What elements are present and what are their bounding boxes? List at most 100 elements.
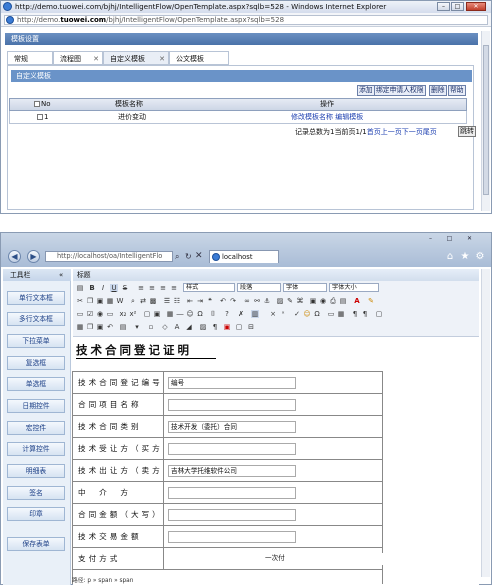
rtl-icon[interactable]: ¶ xyxy=(361,310,369,318)
omega-icon[interactable]: Ω xyxy=(313,310,321,318)
div-icon[interactable]: ▦ xyxy=(76,323,84,331)
save-form-button[interactable]: 保存表单 xyxy=(7,537,65,551)
bg-color-icon[interactable]: ✎ xyxy=(367,297,375,305)
add-button[interactable]: 添加 xyxy=(357,85,375,96)
home-icon[interactable]: ⌂ xyxy=(444,251,456,263)
smiley-icon[interactable]: ☺ xyxy=(186,310,194,318)
align-left-icon[interactable]: ≡ xyxy=(137,284,145,292)
copy-icon[interactable]: ❐ xyxy=(86,297,94,305)
help-button[interactable]: 帮助 xyxy=(448,85,466,96)
fullscreen-icon[interactable]: ▢ xyxy=(375,310,383,318)
browser-tab[interactable]: localhost xyxy=(209,250,279,263)
hidden-tool-icon[interactable]: ▫ xyxy=(147,323,155,331)
date-control-button[interactable]: 日期控件 xyxy=(7,399,65,413)
button-tool-icon[interactable]: ▢ xyxy=(143,310,151,318)
paste2-icon[interactable]: ▣ xyxy=(96,323,104,331)
macro-control-button[interactable]: 宏控件 xyxy=(7,421,65,435)
seller-field[interactable]: 吉林大学托维软件公司 xyxy=(168,465,296,477)
contract-category-field[interactable]: 技术开发（委托）合同 xyxy=(168,421,296,433)
strike-x-icon[interactable]: × xyxy=(269,310,277,318)
calc-control-button[interactable]: 计算控件 xyxy=(7,442,65,456)
vertical-scrollbar[interactable] xyxy=(481,31,490,211)
tab-close-icon[interactable]: ✕ xyxy=(159,52,165,66)
undo-icon[interactable]: ↶ xyxy=(219,297,227,305)
dropdown-button[interactable]: 下拉菜单 xyxy=(7,334,65,348)
paste-icon[interactable]: ▣ xyxy=(96,297,104,305)
about-icon[interactable]: ? xyxy=(223,310,231,318)
replace-icon[interactable]: ⇄ xyxy=(139,297,147,305)
ltr-icon[interactable]: ¶ xyxy=(351,310,359,318)
spellcheck-icon[interactable]: ✓ xyxy=(293,310,301,318)
contract-number-field[interactable]: 编号 xyxy=(168,377,296,389)
signature-button[interactable]: 签名 xyxy=(7,486,65,500)
favorites-icon[interactable]: ★ xyxy=(459,251,471,263)
project-name-field[interactable] xyxy=(168,399,296,411)
tab-custom-template[interactable]: 自定义模板 ✕ xyxy=(103,51,169,65)
edit-name-link[interactable]: 修改模板名称 xyxy=(291,113,333,121)
image-icon[interactable]: ▨ xyxy=(276,297,284,305)
delete-button[interactable]: 删除 xyxy=(429,85,447,96)
outdent-icon[interactable]: ⇤ xyxy=(186,297,194,305)
payment-method-field[interactable]: 一次付 xyxy=(263,553,391,565)
split-icon[interactable]: ⊟ xyxy=(247,323,255,331)
next-page-link[interactable]: 下一页 xyxy=(402,128,423,136)
image2-icon[interactable]: ▨ xyxy=(199,323,207,331)
box-red-icon[interactable]: ▣ xyxy=(223,323,231,331)
font-select[interactable]: 字体 xyxy=(283,283,327,292)
box-icon[interactable]: ▢ xyxy=(235,323,243,331)
bulleted-list-icon[interactable]: ☷ xyxy=(173,297,181,305)
text-color-icon[interactable]: A xyxy=(353,297,361,305)
maximize-editor-icon[interactable]: ▣ xyxy=(309,297,317,305)
font-a-icon[interactable]: A xyxy=(173,323,181,331)
justify-icon[interactable]: ≡ xyxy=(170,284,178,292)
print-icon[interactable]: ⎙ xyxy=(329,297,337,305)
blockquote-icon[interactable]: ❝ xyxy=(206,297,214,305)
contract-amount-field[interactable] xyxy=(168,509,296,521)
address-field[interactable]: http://localhost/oa/IntelligentFlo xyxy=(45,251,173,262)
checkbox-tool-icon[interactable]: ☑ xyxy=(86,310,94,318)
checkbox-button[interactable]: 复选框 xyxy=(7,356,65,370)
row-checkbox[interactable] xyxy=(37,114,43,120)
font-size-select[interactable]: 字体大小 xyxy=(329,283,379,292)
go-button[interactable]: 跳转 xyxy=(458,126,476,137)
seal-button[interactable]: 印章 xyxy=(7,507,65,521)
ruler-icon[interactable]: ◢ xyxy=(185,323,193,331)
gear-icon[interactable]: ⚙ xyxy=(474,251,486,263)
remove-format-icon[interactable]: ✗ xyxy=(237,310,245,318)
sup-icon[interactable]: ˣ xyxy=(279,310,287,318)
tab-close-icon[interactable]: ✕ xyxy=(93,52,99,66)
edit-template-link[interactable]: 编辑模板 xyxy=(335,113,363,121)
align-right-icon[interactable]: ≡ xyxy=(159,284,167,292)
close-window-icon[interactable]: ✕ xyxy=(466,2,486,11)
indent-icon[interactable]: ⇥ xyxy=(196,297,204,305)
italic-icon[interactable]: I xyxy=(99,284,107,292)
single-line-text-button[interactable]: 单行文本框 xyxy=(7,291,65,305)
numbered-list-icon[interactable]: ☰ xyxy=(163,297,171,305)
transaction-amount-field[interactable] xyxy=(168,531,296,543)
anchor-icon[interactable]: ⚓ xyxy=(263,297,271,305)
underline-icon[interactable]: U xyxy=(110,284,118,292)
paste-word-icon[interactable]: W xyxy=(116,297,124,305)
align-center-icon[interactable]: ≡ xyxy=(148,284,156,292)
select-tool-icon[interactable]: ▾ xyxy=(133,323,141,331)
tab-document-template[interactable]: 公文模板 xyxy=(169,51,229,65)
pagebreak-icon[interactable]: ⌷ xyxy=(209,310,217,318)
radio-button[interactable]: 单选框 xyxy=(7,377,65,391)
form-icon[interactable]: ▭ xyxy=(76,310,84,318)
style-select[interactable]: 样式 xyxy=(183,283,235,292)
first-page-link[interactable]: 首页 xyxy=(367,128,381,136)
select-all-checkbox[interactable] xyxy=(34,101,40,107)
source-icon[interactable]: ▤ xyxy=(76,284,84,292)
undo2-icon[interactable]: ↶ xyxy=(106,323,114,331)
emoticon-icon[interactable]: ☺ xyxy=(303,310,311,318)
tab-flowchart[interactable]: 流程图 ✕ xyxy=(53,51,103,65)
maximize-icon[interactable]: □ xyxy=(443,235,456,244)
find-icon[interactable]: ⌕ xyxy=(129,297,137,305)
vertical-scrollbar[interactable] xyxy=(481,269,490,577)
search-icon[interactable]: ⌕ xyxy=(175,252,179,262)
cut-icon[interactable]: ✂ xyxy=(76,297,84,305)
iframe-icon[interactable]: ▭ xyxy=(327,310,335,318)
minimize-icon[interactable]: – xyxy=(437,2,450,11)
flash-icon[interactable]: ✎ xyxy=(286,297,294,305)
unlink-icon[interactable]: ⚯ xyxy=(253,297,261,305)
